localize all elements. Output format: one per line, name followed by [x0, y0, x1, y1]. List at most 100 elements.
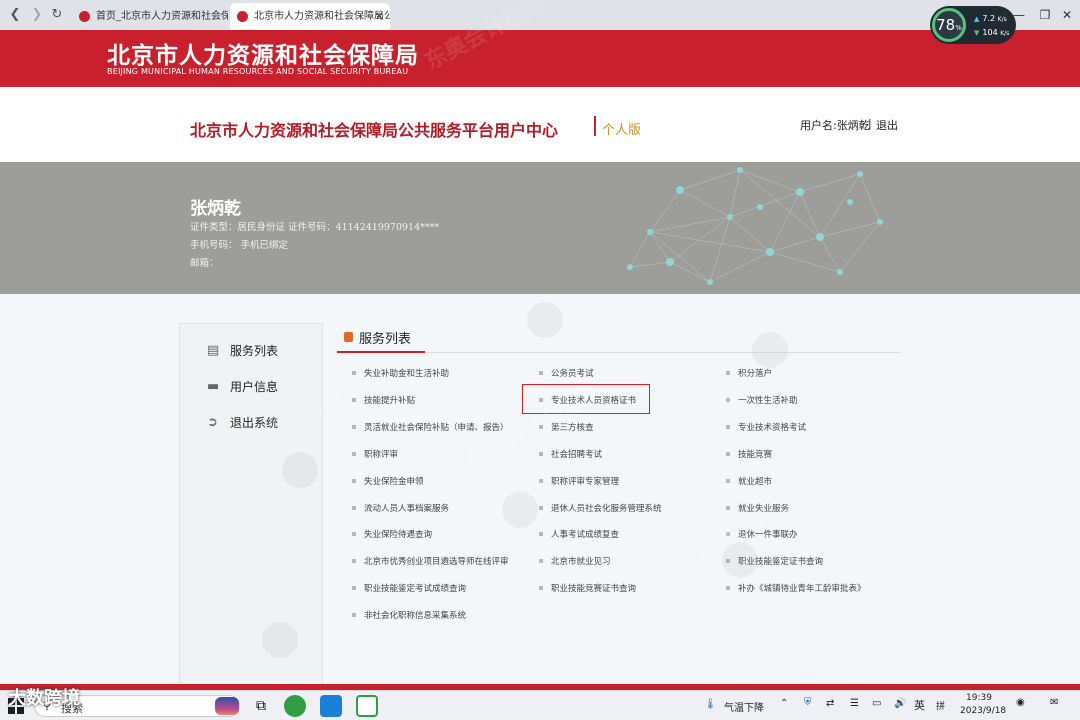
service-header-underline	[337, 351, 425, 353]
sidebar-item-service-list[interactable]: ▤ 服务列表	[180, 339, 324, 363]
service-link[interactable]: 专业技术资格考试	[724, 421, 806, 433]
bureau-title-cn: 北京市人力资源和社会保障局	[107, 43, 419, 69]
highlight-annotation-box	[522, 384, 650, 414]
download-value: 104	[982, 28, 998, 37]
weather-text[interactable]: 气温下降	[724, 699, 764, 714]
sidebar-item-exit[interactable]: ➲ 退出系统	[180, 411, 324, 435]
service-link[interactable]: 一次性生活补助	[724, 394, 798, 406]
tab-home[interactable]: 首页_北京市人力资源和社会保障局	[72, 3, 228, 30]
user-separator: |	[868, 117, 872, 130]
task-view-icon[interactable]: ⧉	[250, 695, 272, 717]
service-link[interactable]: 灵活就业社会保险补贴（申请、报告）	[350, 421, 509, 433]
service-link[interactable]: 职业技能鉴定考试成绩查询	[350, 582, 466, 594]
service-link[interactable]: 失业保险金申领	[350, 475, 424, 487]
transfer-icon[interactable]: ⇄	[826, 698, 834, 709]
service-link[interactable]: 技能提升补贴	[350, 394, 415, 406]
service-link[interactable]: 社会招聘考试	[537, 448, 602, 460]
service-list-header: 服务列表	[337, 323, 900, 353]
username-label: 用户名:张炳乾	[800, 119, 870, 132]
tab-service-center-label: 北京市人力资源和社会保障局公	[254, 11, 390, 22]
notification-badge-icon[interactable]: ◉	[1016, 697, 1025, 708]
sidebar: ▤ 服务列表 ▬ 用户信息 ➲ 退出系统	[179, 323, 323, 688]
download-arrow-icon: ▼	[974, 29, 980, 37]
upload-arrow-icon: ▲	[974, 15, 980, 23]
service-link[interactable]: 补办《城镇待业青年工龄审批表》	[724, 582, 866, 594]
bureau-favicon-icon	[79, 11, 90, 22]
logout-link[interactable]: 退出	[876, 117, 898, 133]
tray-expand-icon[interactable]: ⌃	[780, 698, 788, 709]
browser-tab-bar: ❮ ❯ ↻ 首页_北京市人力资源和社会保障局 北京市人力资源和社会保障局公 ✕ …	[0, 0, 1080, 30]
bookmark-icon	[344, 332, 353, 342]
close-window-icon[interactable]: ✕	[1054, 4, 1080, 26]
platform-title: 北京市人力资源和社会保障局公共服务平台用户中心	[190, 121, 559, 140]
upload-speed: ▲ 7.2 K/s	[974, 14, 1007, 23]
browser-app-icon[interactable]	[284, 695, 306, 717]
search-highlight-image	[215, 697, 239, 715]
memory-percent: 78	[936, 16, 956, 34]
tab-service-center[interactable]: 北京市人力资源和社会保障局公 ✕	[230, 3, 390, 30]
windows-taskbar: ⚲ 搜索 ⧉ 🌡 气温下降 ⌃ ⛨ ⇄ ☰ ▭ 🔊 英 拼 19:39 2023…	[0, 690, 1080, 720]
service-link[interactable]: 公务员考试	[537, 367, 594, 379]
memory-usage-gauge: 78%	[932, 8, 966, 42]
platform-title-bar: 北京市人力资源和社会保障局公共服务平台用户中心 个人版 用户名:张炳乾 | 退出	[0, 87, 1080, 162]
overlay-watermark-text: 大数跨境	[8, 688, 80, 709]
download-unit: K/s	[1000, 30, 1010, 37]
service-link[interactable]: 职业技能鉴定证书查询	[724, 555, 823, 567]
download-speed: ▼ 104 K/s	[974, 28, 1009, 37]
service-link[interactable]: 职称评审	[350, 448, 398, 460]
edition-label: 个人版	[602, 123, 642, 138]
service-link[interactable]: 非社会化职称信息采集系统	[350, 609, 466, 621]
profile-id-line: 证件类型：居民身份证 证件号码：41142419970914****	[190, 222, 440, 233]
thermometer-icon: 🌡	[704, 699, 717, 710]
sidebar-item-label: 服务列表	[230, 344, 279, 358]
service-link[interactable]: 积分落户	[724, 367, 772, 379]
title-divider	[594, 116, 596, 136]
close-tab-icon[interactable]: ✕	[375, 3, 384, 30]
list-icon: ▤	[207, 343, 220, 358]
service-link[interactable]: 北京市就业见习	[537, 555, 611, 567]
back-icon[interactable]: ❮	[6, 6, 24, 24]
clock-date[interactable]: 2023/9/18	[960, 706, 1006, 716]
service-link[interactable]: 就业失业服务	[724, 502, 789, 514]
profile-name: 张炳乾	[190, 199, 241, 219]
service-link[interactable]: 人事考试成绩复查	[537, 528, 619, 540]
bureau-header-banner: 北京市人力资源和社会保障局 BEIJING MUNICIPAL HUMAN RE…	[0, 30, 1080, 87]
service-link[interactable]: 失业补助金和生活补助	[350, 367, 449, 379]
profile-phone-line: 手机号码： 手机已绑定	[190, 240, 289, 251]
tab-home-label: 首页_北京市人力资源和社会保障局	[96, 11, 228, 22]
id-card-icon: ▬	[207, 379, 220, 394]
bureau-favicon-icon	[237, 11, 248, 22]
service-link[interactable]: 技能竞赛	[724, 448, 772, 460]
ime-mode[interactable]: 拼	[936, 699, 945, 712]
sidebar-item-label: 退出系统	[230, 416, 279, 430]
service-link[interactable]: 北京市优秀创业项目遴选导师在线评审	[350, 555, 509, 567]
service-list-title: 服务列表	[359, 332, 412, 347]
service-link[interactable]: 退休一件事联办	[724, 528, 798, 540]
service-link[interactable]: 第三方核查	[537, 421, 594, 433]
network-graphic	[627, 167, 883, 285]
service-link[interactable]: 失业保险待遇查询	[350, 528, 432, 540]
upload-unit: K/s	[997, 16, 1007, 23]
upload-value: 7.2	[982, 14, 996, 23]
wifi-icon[interactable]: ☰	[850, 698, 859, 709]
volume-icon[interactable]: 🔊	[894, 698, 906, 709]
chat-app-icon[interactable]	[320, 695, 342, 717]
notification-center-icon[interactable]: ✉	[1050, 697, 1058, 708]
service-link[interactable]: 流动人员人事档案服务	[350, 502, 449, 514]
shield-icon[interactable]: ⛨	[804, 697, 812, 708]
clock-time[interactable]: 19:39	[966, 693, 992, 703]
profile-email-line: 邮箱：	[190, 258, 219, 269]
service-link[interactable]: 就业超市	[724, 475, 772, 487]
network-speed-widget[interactable]: 78% ▲ 7.2 K/s ▼ 104 K/s	[930, 6, 1016, 44]
service-link[interactable]: 退休人员社会化服务管理系统	[537, 502, 662, 514]
battery-icon[interactable]: ▭	[872, 698, 881, 709]
ime-lang[interactable]: 英	[914, 697, 925, 713]
service-link[interactable]: 职称评审专家管理	[537, 475, 619, 487]
sidebar-item-label: 用户信息	[230, 380, 279, 394]
screenshot-app-icon[interactable]	[356, 695, 378, 717]
profile-banner: 张炳乾 证件类型：居民身份证 证件号码：41142419970914**** 手…	[0, 162, 1080, 294]
reload-icon[interactable]: ↻	[48, 6, 66, 24]
service-link[interactable]: 职业技能竞赛证书查询	[537, 582, 636, 594]
forward-icon[interactable]: ❯	[28, 6, 46, 24]
sidebar-item-user-info[interactable]: ▬ 用户信息	[180, 375, 324, 399]
